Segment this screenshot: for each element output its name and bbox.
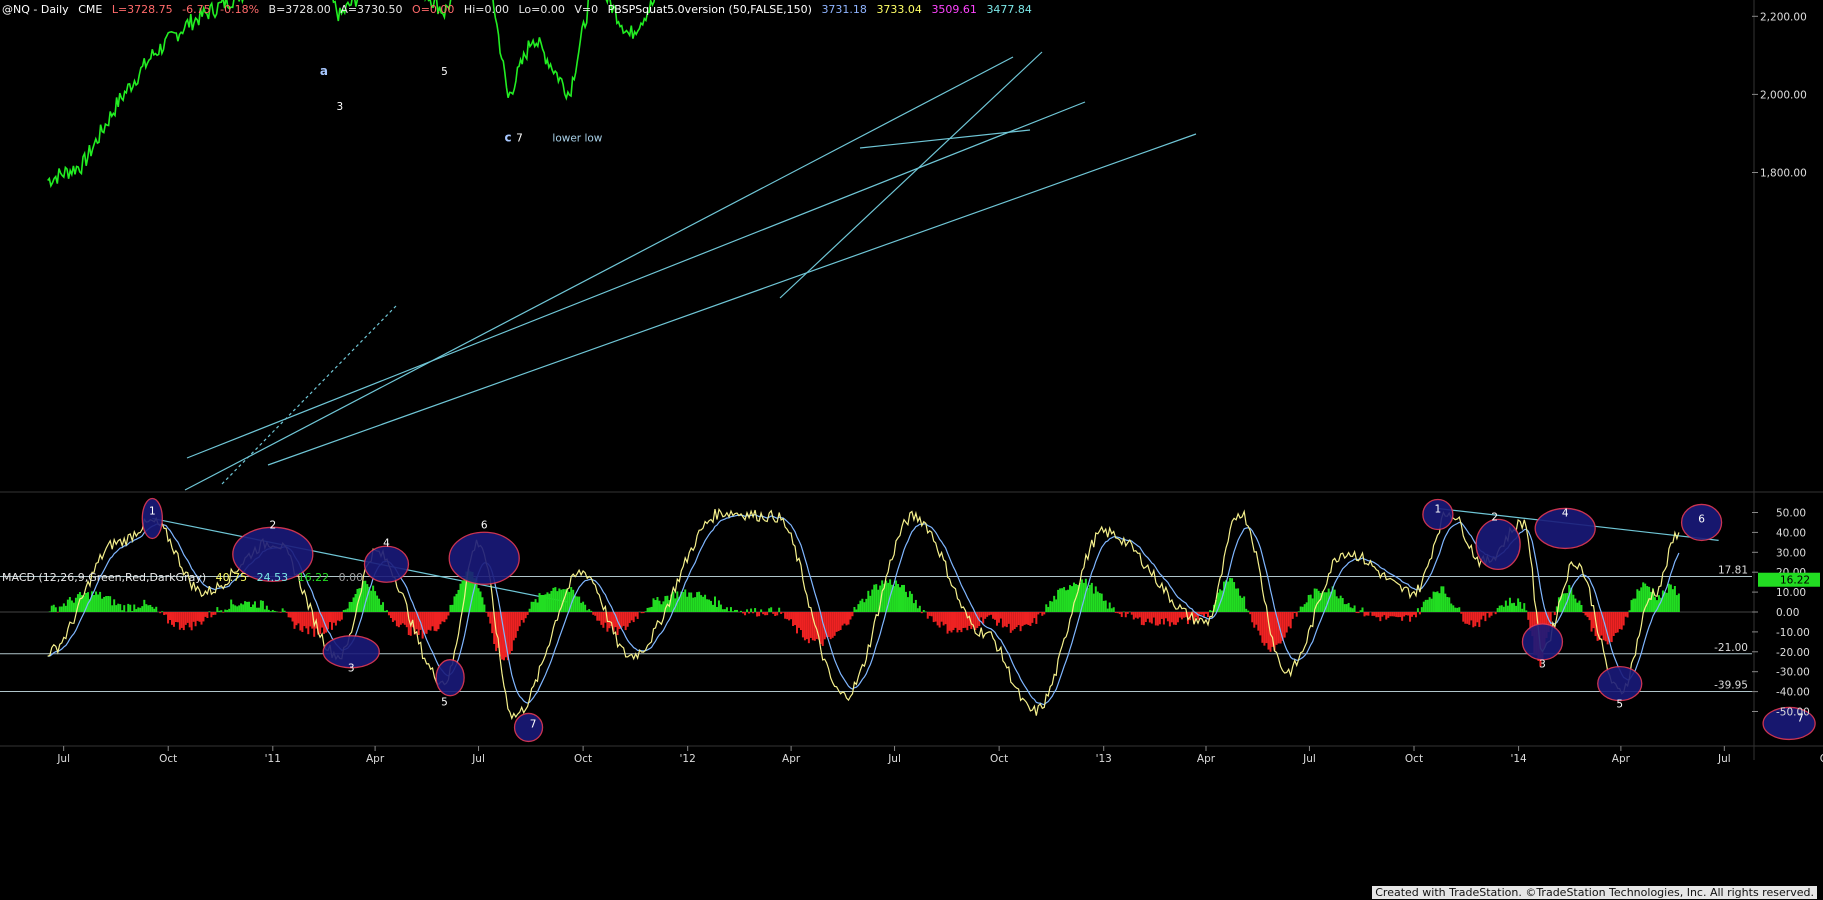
exchange-label: CME [78, 3, 103, 16]
macd-tick-label: 40.00 [1776, 527, 1806, 539]
macd-tick-label: -50.00 [1776, 707, 1810, 719]
macd-wave-label: 1 [1435, 504, 1442, 516]
channel-line [221, 305, 397, 485]
macd-level-label: -21.00 [1714, 642, 1748, 654]
time-tick-label: Apr [366, 753, 385, 765]
study-value-1: 3731.18 [821, 3, 867, 16]
macd-value-4: 0.00 [338, 571, 364, 584]
macd-ellipse [1521, 623, 1564, 661]
price-tick-label: 1,800.00 [1760, 168, 1807, 180]
macd-wave-label: 1 [149, 505, 156, 517]
macd-wave-label: 6 [1698, 513, 1705, 525]
macd-level-label: 17.81 [1718, 565, 1748, 577]
macd-wave-label: 4 [1562, 507, 1569, 519]
study-value-2: 3733.04 [876, 3, 922, 16]
macd-tick-label: 10.00 [1776, 587, 1806, 599]
macd-wave-label: 2 [1491, 511, 1498, 523]
macd-wave-label: 7 [530, 718, 537, 730]
wave-label: 7 [516, 132, 523, 144]
study-label: PBSPSquat5.0version (50,FALSE,150) [607, 3, 812, 16]
price-tick-label: 2,000.00 [1760, 89, 1807, 101]
open-price: O=0.00 [412, 3, 455, 16]
time-tick-label: '11 [265, 753, 281, 765]
wave-label: 3 [337, 101, 344, 113]
volume: V=0 [574, 3, 599, 16]
time-tick-label: Jul [471, 753, 485, 765]
macd-value-2: 24.53 [256, 571, 289, 584]
wave-label: c [505, 130, 512, 144]
bid-price: B=3728.00 [268, 3, 331, 16]
macd-tick-label: -20.00 [1776, 647, 1810, 659]
macd-ellipse [141, 497, 163, 540]
macd-ellipse [363, 545, 410, 583]
channel-line [267, 133, 1197, 466]
wave-label: a [320, 64, 328, 78]
channel-line [184, 56, 1014, 491]
macd-ellipse [1597, 665, 1643, 702]
macd-tick-label: -40.00 [1776, 687, 1810, 699]
macd-level-label: -39.95 [1714, 680, 1748, 692]
time-tick-label: Apr [782, 753, 801, 765]
macd-tick-label: 0.00 [1776, 607, 1799, 619]
time-tick-label: Oct [159, 753, 177, 765]
macd-wave-label: 2 [269, 519, 276, 531]
macd-wave-label: 3 [1539, 659, 1546, 671]
last-price: L=3728.75 [111, 3, 173, 16]
study-value-4: 3477.84 [986, 3, 1032, 16]
macd-wave-label: 5 [1616, 699, 1623, 711]
macd-wave-label: 5 [441, 697, 448, 709]
time-tick-label: Oct [574, 753, 592, 765]
macd-header: MACD (12,26,9,Green,Red,DarkGray) 40.75 … [2, 571, 369, 584]
ask-price: A=3730.50 [340, 3, 403, 16]
chart-header: @NQ - Daily CME L=3728.75 -6.75 -0.18% B… [2, 3, 1038, 16]
macd-value-3: 16.22 [297, 571, 330, 584]
time-tick-label: '13 [1096, 753, 1112, 765]
macd-ellipse [1475, 518, 1521, 570]
time-tick-label: Oct [990, 753, 1008, 765]
price-change-pct: -0.18% [220, 3, 260, 16]
macd-last-tag-label: 16.22 [1780, 575, 1810, 587]
channel-helper [187, 120, 1085, 400]
macd-tick-label: -30.00 [1776, 667, 1810, 679]
channel-line [779, 51, 1043, 299]
macd-tick-label: 30.00 [1776, 547, 1806, 559]
price-change: -6.75 [182, 3, 211, 16]
time-tick-label: Jul [887, 753, 901, 765]
study-value-3: 3509.61 [931, 3, 977, 16]
channel-line [859, 129, 1031, 149]
macd-wave-label: 4 [383, 537, 390, 549]
high-price: Hi=0.00 [463, 3, 509, 16]
symbol-label: @NQ - Daily [2, 3, 69, 16]
price-panel: 176.40% (3,943.93)161.80% (3,821.17)138.… [47, 0, 1197, 491]
macd-wave-label: 6 [481, 519, 488, 531]
macd-tick-label: 50.00 [1776, 508, 1806, 520]
time-tick-label: Jul [56, 753, 70, 765]
wave-label: 5 [441, 66, 448, 78]
low-price: Lo=0.00 [518, 3, 565, 16]
macd-value-1: 40.75 [215, 571, 248, 584]
chart-canvas: 176.40% (3,943.93)161.80% (3,821.17)138.… [0, 0, 1823, 765]
wave-label: lower low [552, 132, 602, 144]
macd-ellipse [448, 531, 520, 585]
price-tick-label: 2,200.00 [1760, 11, 1807, 23]
time-tick-label: Apr [1197, 753, 1216, 765]
time-tick-label: '14 [1510, 753, 1527, 765]
channel-line [186, 101, 1086, 459]
footer-credit: Created with TradeStation. ©TradeStation… [1372, 886, 1817, 899]
time-tick-label: Apr [1612, 753, 1631, 765]
price-series-line [47, 0, 660, 189]
macd-ellipse [435, 659, 465, 697]
macd-label: MACD (12,26,9,Green,Red,DarkGray) [2, 571, 207, 584]
macd-panel: 17.81-21.00-39.9512345671234567 [0, 497, 1816, 743]
time-tick-label: Jul [1302, 753, 1316, 765]
macd-tick-label: -10.00 [1776, 627, 1810, 639]
macd-ellipse [513, 712, 544, 743]
macd-wave-label: 3 [348, 663, 355, 675]
time-tick-label: Jul [1717, 753, 1731, 765]
time-tick-label: Oct [1405, 753, 1423, 765]
time-tick-label: '12 [680, 753, 696, 765]
